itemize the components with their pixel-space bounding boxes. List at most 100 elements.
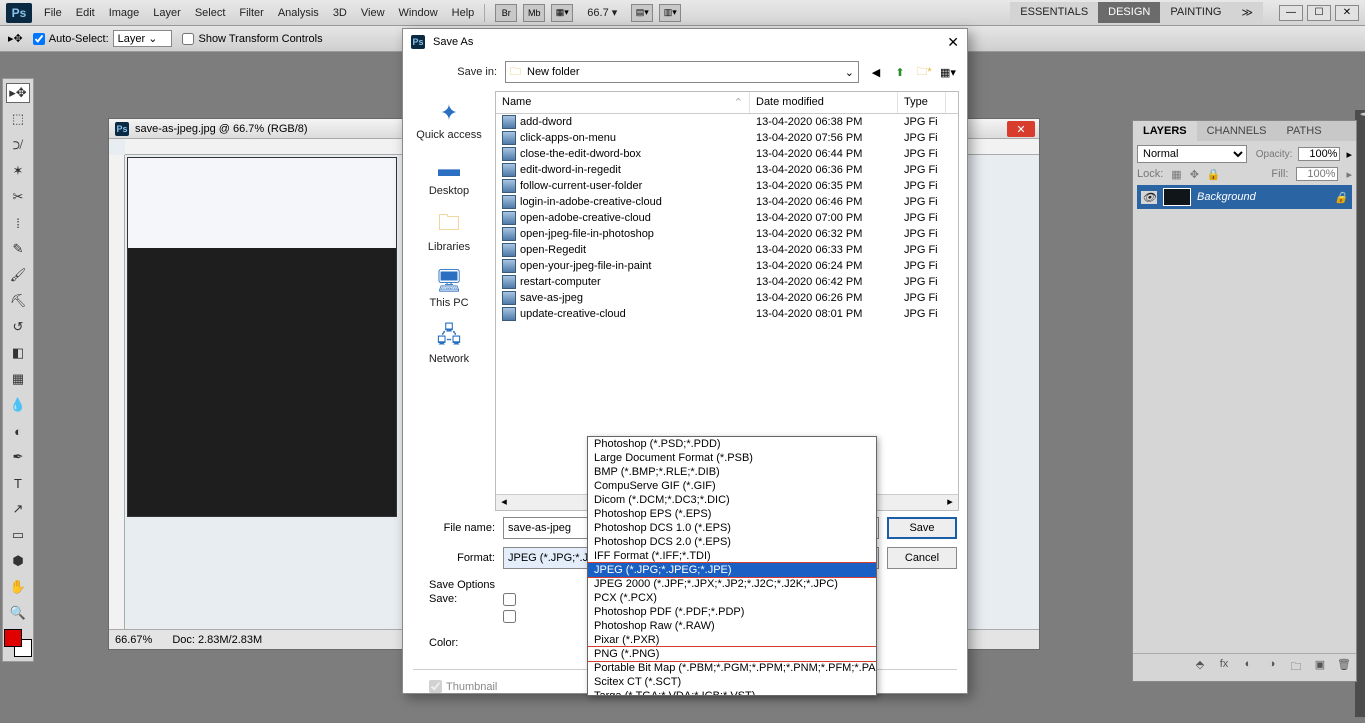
dialog-titlebar[interactable]: Ps Save As ✕ bbox=[403, 29, 967, 55]
sidebar-quick-access[interactable]: ✦Quick access bbox=[416, 99, 481, 141]
lasso-tool[interactable]: ⟉ bbox=[6, 135, 30, 155]
workspace-more[interactable]: ≫ bbox=[1231, 2, 1263, 23]
menu-image[interactable]: Image bbox=[109, 7, 140, 19]
menu-filter[interactable]: Filter bbox=[239, 7, 263, 19]
file-row[interactable]: login-in-adobe-creative-cloud13-04-2020 … bbox=[496, 194, 958, 210]
format-option[interactable]: Dicom (*.DCM;*.DC3;*.DIC) bbox=[588, 493, 876, 507]
format-option[interactable]: Pixar (*.PXR) bbox=[588, 633, 876, 647]
format-option[interactable]: Photoshop DCS 2.0 (*.EPS) bbox=[588, 535, 876, 549]
pen-tool[interactable]: ✒ bbox=[6, 447, 30, 467]
format-option[interactable]: Scitex CT (*.SCT) bbox=[588, 675, 876, 689]
sidebar-libraries[interactable]: 🗀Libraries bbox=[428, 211, 470, 253]
auto-select-target[interactable]: Layer ⌄ bbox=[113, 30, 173, 47]
arrange-icon[interactable]: ▤▾ bbox=[631, 4, 653, 22]
file-row[interactable]: open-adobe-creative-cloud13-04-2020 07:0… bbox=[496, 210, 958, 226]
zoom-tool[interactable]: 🔍 bbox=[6, 603, 30, 623]
file-row[interactable]: follow-current-user-folder13-04-2020 06:… bbox=[496, 178, 958, 194]
status-zoom[interactable]: 66.67% bbox=[115, 634, 152, 646]
shape-tool[interactable]: ▭ bbox=[6, 525, 30, 545]
mask-icon[interactable]: ◐ bbox=[1240, 658, 1256, 677]
visibility-icon[interactable]: 👁 bbox=[1141, 191, 1157, 204]
format-option[interactable]: JPEG 2000 (*.JPF;*.JPX;*.JP2;*.J2C;*.J2K… bbox=[588, 577, 876, 591]
stamp-tool[interactable]: ⛏ bbox=[6, 291, 30, 311]
format-option[interactable]: IFF Format (*.IFF;*.TDI) bbox=[588, 549, 876, 563]
tab-paths[interactable]: PATHS bbox=[1277, 121, 1332, 141]
sidebar-desktop[interactable]: ▬Desktop bbox=[429, 155, 469, 197]
format-option[interactable]: Photoshop Raw (*.RAW) bbox=[588, 619, 876, 633]
fx-icon[interactable]: fx bbox=[1216, 658, 1232, 677]
file-row[interactable]: edit-dword-in-regedit13-04-2020 06:36 PM… bbox=[496, 162, 958, 178]
eyedropper-tool[interactable]: ⁞ bbox=[6, 213, 30, 233]
path-tool[interactable]: ↗ bbox=[6, 499, 30, 519]
menu-analysis[interactable]: Analysis bbox=[278, 7, 319, 19]
history-brush-tool[interactable]: ↺ bbox=[6, 317, 30, 337]
file-row[interactable]: restart-computer13-04-2020 06:42 PMJPG F… bbox=[496, 274, 958, 290]
eraser-tool[interactable]: ◧ bbox=[6, 343, 30, 363]
format-option[interactable]: Large Document Format (*.PSB) bbox=[588, 451, 876, 465]
back-icon[interactable]: ◀ bbox=[867, 63, 885, 81]
marquee-tool[interactable]: ⬚ bbox=[6, 109, 30, 129]
layer-thumbnail[interactable] bbox=[1163, 188, 1191, 206]
dialog-close-button[interactable]: ✕ bbox=[947, 34, 959, 51]
delete-layer-icon[interactable]: 🗑 bbox=[1336, 658, 1352, 677]
wand-tool[interactable]: ✶ bbox=[6, 161, 30, 181]
brush-tool[interactable]: 🖌 bbox=[6, 265, 30, 285]
file-row[interactable]: close-the-edit-dword-box13-04-2020 06:44… bbox=[496, 146, 958, 162]
tab-layers[interactable]: LAYERS bbox=[1133, 121, 1197, 141]
format-option[interactable]: PCX (*.PCX) bbox=[588, 591, 876, 605]
menu-3d[interactable]: 3D bbox=[333, 7, 347, 19]
screen-mode-icon[interactable]: ▦▾ bbox=[551, 4, 573, 22]
menu-view[interactable]: View bbox=[361, 7, 385, 19]
show-transform-checkbox[interactable] bbox=[182, 33, 194, 45]
minibridge-icon[interactable]: Mb bbox=[523, 4, 545, 22]
format-option[interactable]: CompuServe GIF (*.GIF) bbox=[588, 479, 876, 493]
workspace-painting[interactable]: PAINTING bbox=[1160, 2, 1231, 23]
file-row[interactable]: save-as-jpeg13-04-2020 06:26 PMJPG Fi bbox=[496, 290, 958, 306]
tab-channels[interactable]: CHANNELS bbox=[1197, 121, 1277, 141]
menu-file[interactable]: File bbox=[44, 7, 62, 19]
color-swatches[interactable] bbox=[4, 629, 32, 657]
move-tool[interactable]: ▸✥ bbox=[6, 83, 30, 103]
auto-select-check[interactable]: Auto-Select: Layer ⌄ bbox=[33, 30, 173, 47]
format-option[interactable]: Targa (*.TGA;*.VDA;*.ICB;*.VST) bbox=[588, 689, 876, 696]
auto-select-checkbox[interactable] bbox=[33, 33, 45, 45]
menu-select[interactable]: Select bbox=[195, 7, 226, 19]
format-options-list[interactable]: Photoshop (*.PSD;*.PDD)Large Document Fo… bbox=[587, 436, 877, 696]
format-option[interactable]: JPEG (*.JPG;*.JPEG;*.JPE) bbox=[588, 563, 876, 577]
workspace-design[interactable]: DESIGN bbox=[1098, 2, 1160, 23]
format-option[interactable]: Photoshop PDF (*.PDF;*.PDP) bbox=[588, 605, 876, 619]
format-option[interactable]: Photoshop EPS (*.EPS) bbox=[588, 507, 876, 521]
cancel-button[interactable]: Cancel bbox=[887, 547, 957, 569]
file-row[interactable]: open-your-jpeg-file-in-paint13-04-2020 0… bbox=[496, 258, 958, 274]
format-option[interactable]: Photoshop DCS 1.0 (*.EPS) bbox=[588, 521, 876, 535]
zoom-level[interactable]: 66.7 ▾ bbox=[579, 6, 625, 19]
new-folder-icon[interactable]: 🗀* bbox=[915, 63, 933, 81]
col-name[interactable]: Name ⌃ bbox=[496, 92, 750, 113]
blur-tool[interactable]: 💧 bbox=[6, 395, 30, 415]
save-opt-check2[interactable] bbox=[503, 610, 516, 623]
up-icon[interactable]: ⬆ bbox=[891, 63, 909, 81]
lock-all-icon[interactable]: 🔒 bbox=[1207, 168, 1221, 181]
file-row[interactable]: click-apps-on-menu13-04-2020 07:56 PMJPG… bbox=[496, 130, 958, 146]
fill-flyout-icon[interactable]: ▸ bbox=[1346, 168, 1352, 181]
savein-dropdown[interactable]: 🗀 New folder ⌄ bbox=[505, 61, 859, 83]
close-button[interactable]: ✕ bbox=[1335, 5, 1359, 21]
new-layer-icon[interactable]: ▣ bbox=[1312, 658, 1328, 677]
file-row[interactable]: update-creative-cloud13-04-2020 08:01 PM… bbox=[496, 306, 958, 322]
file-row[interactable]: add-dword13-04-2020 06:38 PMJPG Fi bbox=[496, 114, 958, 130]
opacity-flyout-icon[interactable]: ▸ bbox=[1346, 148, 1352, 161]
menu-help[interactable]: Help bbox=[452, 7, 475, 19]
text-tool[interactable]: T bbox=[6, 473, 30, 493]
scrollbar-v[interactable] bbox=[946, 92, 958, 113]
fill-value[interactable]: 100% bbox=[1296, 167, 1338, 181]
crop-tool[interactable]: ✂ bbox=[6, 187, 30, 207]
format-option[interactable]: BMP (*.BMP;*.RLE;*.DIB) bbox=[588, 465, 876, 479]
link-layers-icon[interactable]: ⬘ bbox=[1192, 658, 1208, 677]
maximize-button[interactable]: ☐ bbox=[1307, 5, 1331, 21]
show-transform-check[interactable]: Show Transform Controls bbox=[182, 33, 322, 45]
col-type[interactable]: Type bbox=[898, 92, 946, 113]
gradient-tool[interactable]: ▦ bbox=[6, 369, 30, 389]
adjustment-icon[interactable]: ◑ bbox=[1264, 658, 1280, 677]
sidebar-this-pc[interactable]: 🖥This PC bbox=[429, 267, 468, 309]
bridge-icon[interactable]: Br bbox=[495, 4, 517, 22]
